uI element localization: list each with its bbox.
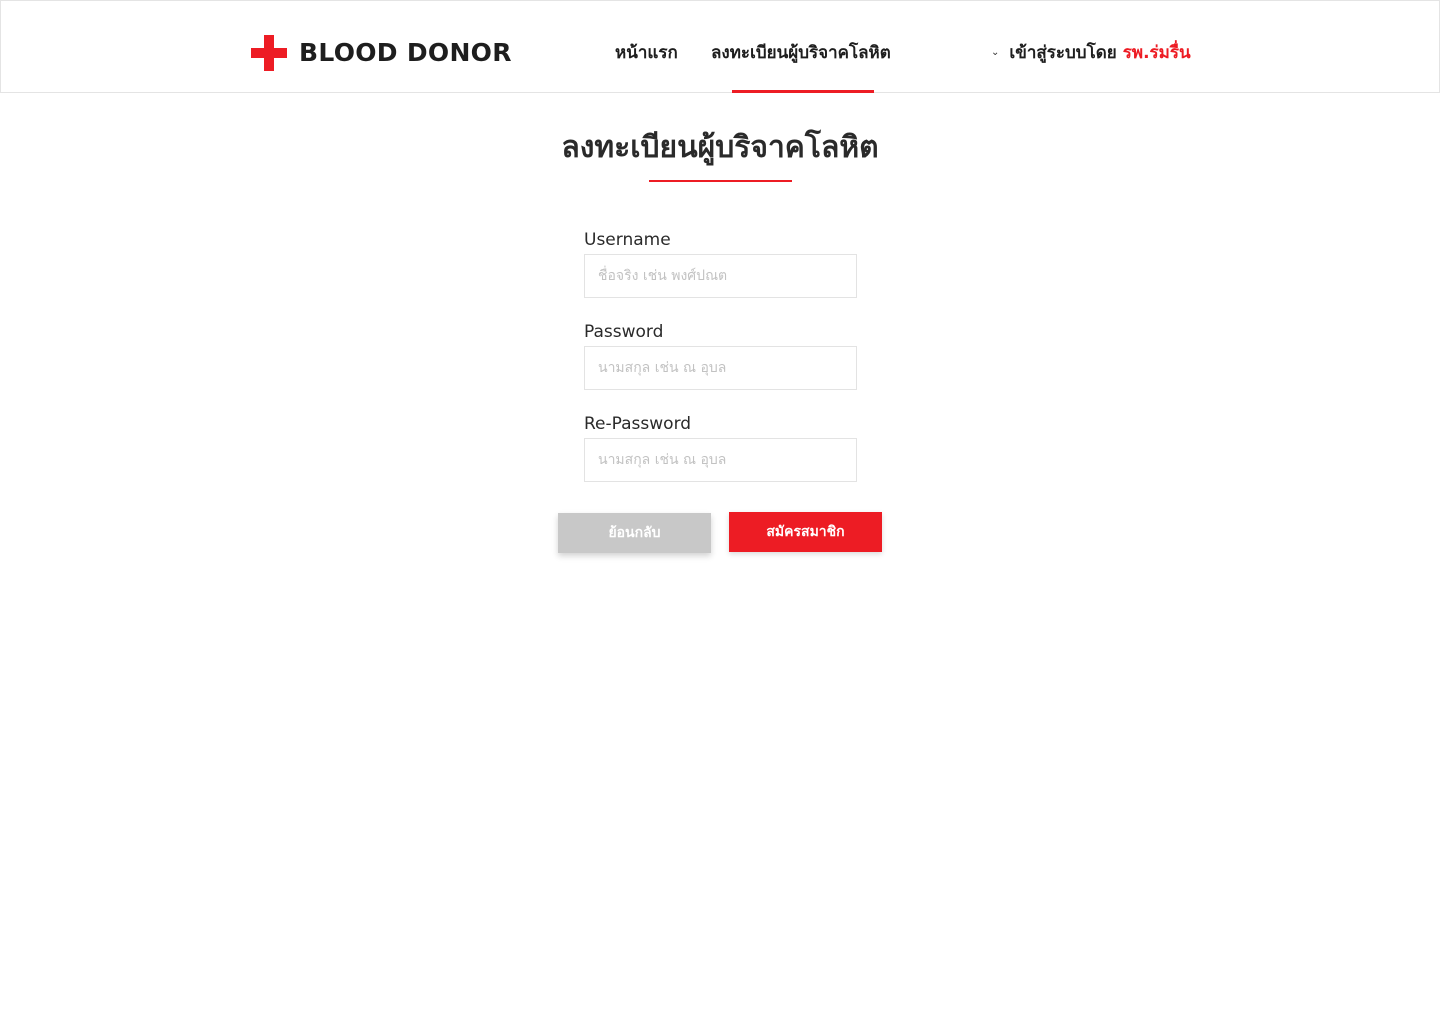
- chevron-down-icon: ⌄: [991, 47, 1000, 58]
- brand-name: BLOOD DONOR: [299, 38, 512, 67]
- password-label: Password: [584, 322, 664, 342]
- brand-logo[interactable]: BLOOD DONOR: [251, 35, 512, 71]
- nav-item-register[interactable]: ลงทะเบียนผู้บริจาคโลหิต: [711, 39, 891, 67]
- username-input[interactable]: [584, 254, 857, 298]
- nav-item-home[interactable]: หน้าแรก: [615, 39, 678, 67]
- password-input[interactable]: [584, 346, 857, 390]
- register-button[interactable]: สมัครสมาชิก: [729, 512, 882, 552]
- top-navbar: BLOOD DONOR หน้าแรก ลงทะเบียนผู้บริจาคโล…: [0, 0, 1440, 93]
- re-password-label: Re-Password: [584, 414, 692, 434]
- page-title: ลงทะเบียนผู้บริจาคโลหิต: [561, 130, 879, 165]
- login-hospital-name: รพ.ร่มรื่น: [1122, 43, 1191, 63]
- username-label: Username: [584, 230, 671, 250]
- login-label: เข้าสู่ระบบโดย: [1009, 43, 1117, 63]
- re-password-input[interactable]: [584, 438, 857, 482]
- title-underline: [649, 180, 792, 182]
- login-dropdown[interactable]: ⌄ เข้าสู่ระบบโดย รพ.ร่มรื่น: [991, 39, 1191, 67]
- active-nav-indicator: [732, 90, 874, 93]
- red-cross-icon: [251, 35, 287, 71]
- back-button[interactable]: ย้อนกลับ: [558, 513, 711, 553]
